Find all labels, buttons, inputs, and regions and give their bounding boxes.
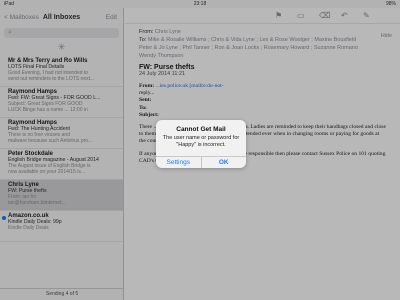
alert-dialog: Cannot Get Mail The user name or passwor… <box>156 120 246 168</box>
ok-button[interactable]: OK <box>200 157 247 168</box>
alert-message: The user name or password for "Happy" is… <box>162 135 240 148</box>
settings-button[interactable]: Settings <box>156 157 201 168</box>
alert-title: Cannot Get Mail <box>176 126 226 133</box>
alert-buttons: Settings OK <box>156 156 246 168</box>
